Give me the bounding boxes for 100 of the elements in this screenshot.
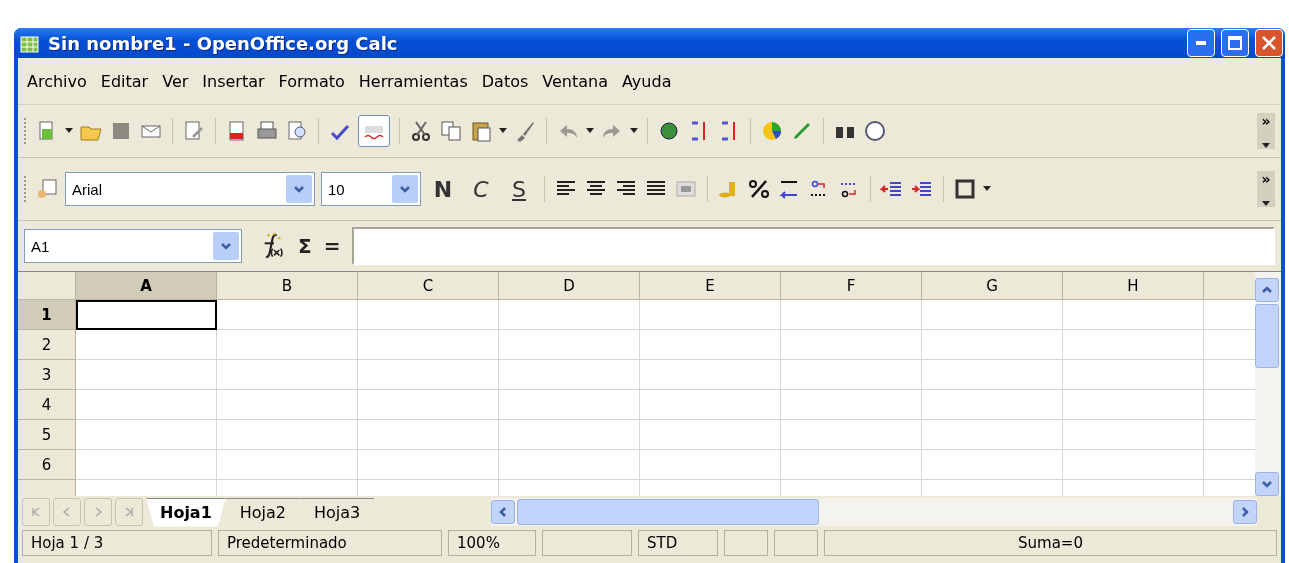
column-header[interactable]: C [358, 272, 499, 300]
hand-document-icon[interactable] [35, 177, 59, 201]
grid-cell[interactable] [781, 450, 922, 480]
grid-cell[interactable] [358, 450, 499, 480]
grid-cell[interactable] [781, 390, 922, 420]
edit-document-icon[interactable] [182, 119, 206, 143]
grid-cell[interactable] [640, 360, 781, 390]
copy-icon[interactable] [439, 119, 463, 143]
menu-item[interactable]: Ventana [537, 69, 613, 93]
active-cell[interactable] [76, 300, 217, 330]
menu-item[interactable]: Archivo [22, 69, 92, 93]
grid-cell[interactable] [1063, 390, 1204, 420]
row-header[interactable]: 3 [18, 360, 76, 390]
grid-cell[interactable] [358, 390, 499, 420]
column-header[interactable]: A [76, 272, 217, 300]
sheet-nav-button[interactable] [53, 498, 81, 526]
bold-button[interactable]: N [427, 176, 459, 202]
grid-cell[interactable] [640, 390, 781, 420]
column-header[interactable]: F [781, 272, 922, 300]
grid-cell[interactable] [76, 390, 217, 420]
grid-cell[interactable] [640, 450, 781, 480]
sheet-nav-button[interactable] [115, 498, 143, 526]
grid-cell[interactable] [781, 420, 922, 450]
grid-cell[interactable] [781, 360, 922, 390]
grid-cell[interactable] [217, 330, 358, 360]
column-header[interactable]: H [1063, 272, 1204, 300]
sum-button[interactable]: Σ [298, 234, 312, 258]
clipboard-icon[interactable] [469, 119, 493, 143]
grid-cell[interactable] [499, 420, 640, 450]
toolbar-overflow-button[interactable]: » [1257, 113, 1275, 149]
magnifier-page-icon[interactable] [285, 119, 309, 143]
grid-cell[interactable] [358, 300, 499, 330]
grid-cell[interactable] [358, 360, 499, 390]
caret-icon[interactable] [983, 186, 991, 192]
grid-cell[interactable] [76, 450, 217, 480]
scissors-icon[interactable] [409, 119, 433, 143]
caret-icon[interactable] [1262, 143, 1270, 149]
grid-cell[interactable] [922, 360, 1063, 390]
grid-cell[interactable] [499, 360, 640, 390]
grid-cell[interactable] [499, 300, 640, 330]
caret-icon[interactable] [65, 128, 73, 134]
grid-cell[interactable] [217, 450, 358, 480]
borders-icon[interactable] [953, 177, 977, 201]
grid-cell[interactable] [1063, 300, 1204, 330]
select-all-corner[interactable] [18, 272, 76, 300]
grid-cell[interactable] [922, 450, 1063, 480]
row-header[interactable]: 4 [18, 390, 76, 420]
close-button[interactable] [1255, 29, 1283, 57]
pie-chart-icon[interactable] [760, 119, 784, 143]
grid-cell[interactable] [76, 360, 217, 390]
grid-cell[interactable] [358, 420, 499, 450]
grid-cell[interactable] [499, 330, 640, 360]
caret-icon[interactable] [630, 128, 638, 134]
font-size-dropdown[interactable]: 10 [321, 172, 421, 206]
scroll-thumb[interactable] [1255, 304, 1279, 368]
column-header[interactable]: E [640, 272, 781, 300]
toolbar-overflow-button[interactable]: » [1257, 171, 1275, 207]
grid-cell[interactable] [1063, 330, 1204, 360]
grid-cell[interactable] [217, 390, 358, 420]
maximize-button[interactable] [1221, 29, 1249, 57]
name-box[interactable]: A1 [24, 229, 242, 263]
menu-item[interactable]: Ayuda [617, 69, 677, 93]
row-header[interactable]: 2 [18, 330, 76, 360]
underline-button[interactable]: S [503, 176, 535, 202]
grid-cell[interactable] [640, 330, 781, 360]
menu-item[interactable]: Ver [157, 69, 194, 93]
menu-item[interactable]: Herramientas [353, 69, 473, 93]
grid-cell[interactable] [922, 390, 1063, 420]
formula-input[interactable] [352, 227, 1275, 265]
column-header[interactable]: D [499, 272, 640, 300]
caret-icon[interactable] [499, 128, 507, 134]
row-header[interactable]: 1 [18, 300, 76, 330]
column-header[interactable]: G [922, 272, 1063, 300]
grid-cell[interactable] [499, 390, 640, 420]
grid-cell[interactable] [922, 300, 1063, 330]
menu-item[interactable]: Datos [476, 69, 534, 93]
font-name-dropdown[interactable]: Arial [65, 172, 315, 206]
grid-cell[interactable] [1063, 420, 1204, 450]
grid-cell[interactable] [217, 300, 358, 330]
vertical-scrollbar[interactable] [1255, 272, 1281, 496]
grid-cell[interactable] [76, 420, 217, 450]
grid-cell[interactable] [781, 330, 922, 360]
row-header[interactable]: 5 [18, 420, 76, 450]
column-header[interactable]: B [217, 272, 358, 300]
caret-icon[interactable] [1262, 201, 1270, 207]
grid-cell[interactable] [922, 330, 1063, 360]
caret-icon[interactable] [586, 128, 594, 134]
grid-cell[interactable] [1063, 360, 1204, 390]
scroll-thumb[interactable] [517, 499, 819, 525]
grid-cell[interactable] [1063, 450, 1204, 480]
column-header[interactable] [1204, 272, 1255, 300]
sheet-nav-button[interactable] [84, 498, 112, 526]
grid-cell[interactable] [358, 330, 499, 360]
grid-cell[interactable] [922, 420, 1063, 450]
grid-cell[interactable] [499, 450, 640, 480]
sheet-nav-button[interactable] [22, 498, 50, 526]
row-header[interactable]: 6 [18, 450, 76, 480]
grid-cell[interactable] [217, 360, 358, 390]
grid-cell[interactable] [640, 420, 781, 450]
grid-cell[interactable] [217, 420, 358, 450]
